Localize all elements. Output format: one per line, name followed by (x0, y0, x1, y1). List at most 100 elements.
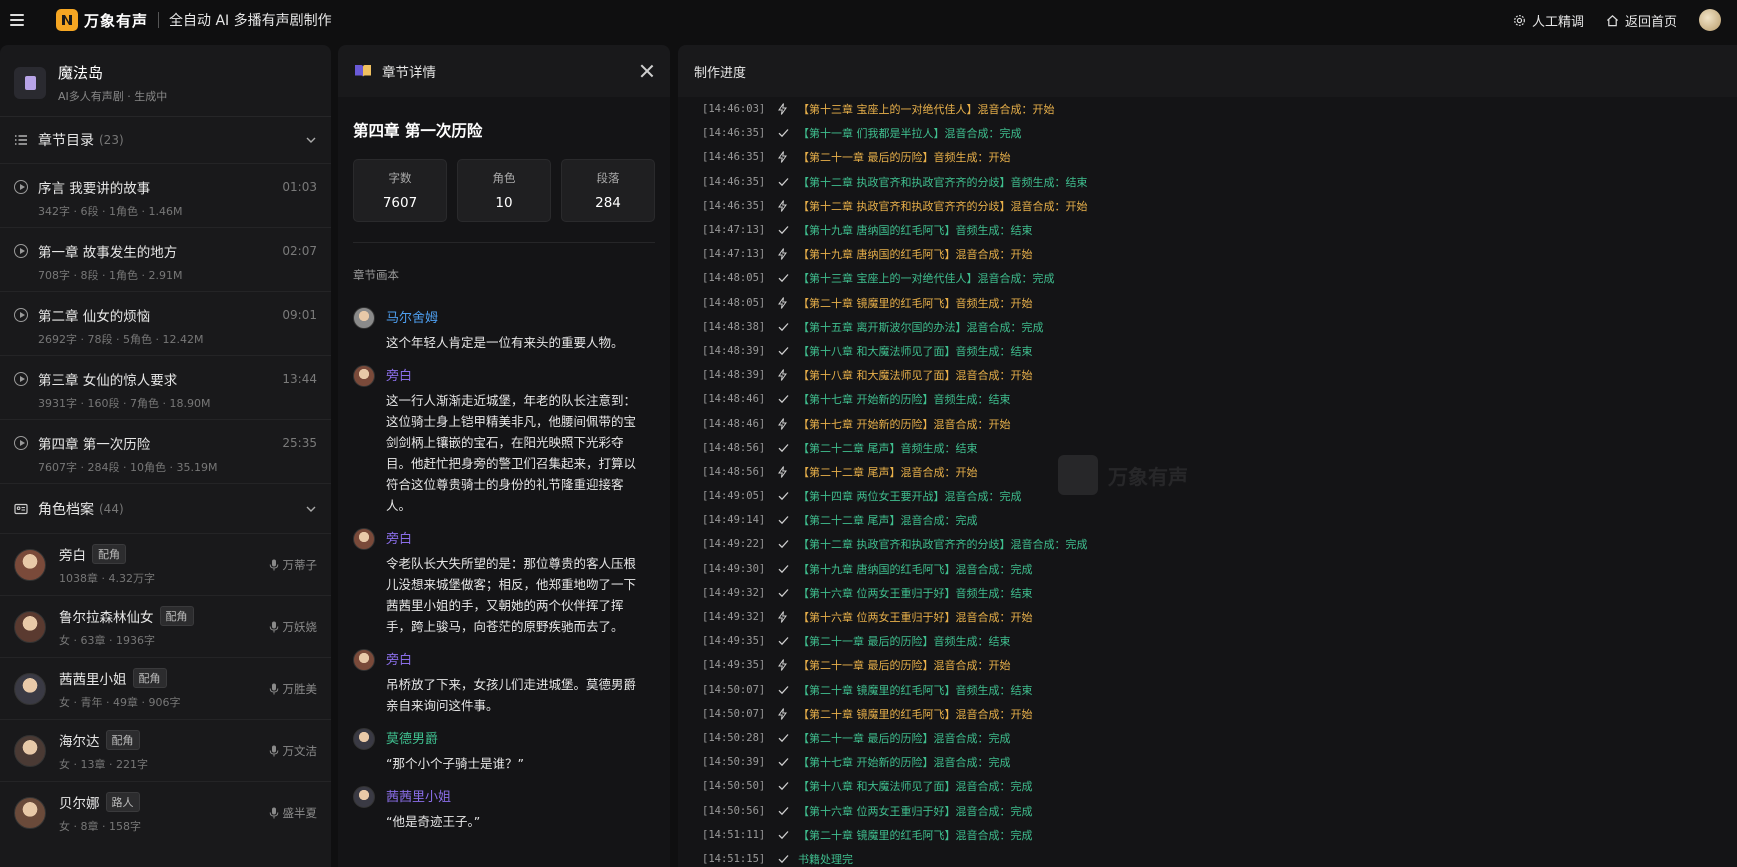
chapter-item[interactable]: 序言 我要讲的故事 01:03 342字 · 6段 · 1角色 · 1.46M (0, 163, 331, 227)
brand-divider (158, 12, 160, 28)
role-item[interactable]: 旁白 配角 1038章 · 4.32万字 万蒂子 (0, 533, 331, 595)
check-icon (778, 347, 789, 356)
left-panel: 魔法岛 AI多人有声剧 · 生成中 章节目录 (23) 序言 我要讲的故事 01:… (0, 45, 331, 867)
log-text: 【第十一章 们我都是半拉人】混音合成：完成 (798, 127, 1022, 141)
role-voice[interactable]: 盛半夏 (269, 805, 317, 821)
stat-label: 字数 (388, 171, 412, 185)
log-status-icon (778, 757, 798, 767)
line-text: 这个年轻人肯定是一位有来头的重要人物。 (386, 335, 624, 350)
role-item[interactable]: 茜茜里小姐 配角女 · 青年 · 49章 · 906字 万胜美 (0, 657, 331, 719)
log-time: [14:48:39] (702, 369, 766, 382)
role-voice[interactable]: 万蒂子 (269, 557, 317, 573)
log-status-icon (778, 225, 798, 235)
book-open-icon (355, 65, 371, 77)
log-time: [14:48:46] (702, 417, 766, 430)
stat-card: 字数 7607 (353, 159, 447, 222)
log-text: 【第十八章 和大魔法师见了面】混音合成：完成 (798, 780, 1033, 794)
bolt-icon (778, 369, 787, 381)
chapters-section-toggle[interactable]: 章节目录 (23) (0, 117, 331, 163)
play-icon[interactable] (14, 244, 28, 258)
log-time: [14:47:13] (702, 248, 766, 261)
log-time: [14:48:38] (702, 320, 766, 333)
chapter-detail-panel: 章节详情 第四章 第一次历险 字数 7607 角色 10 段落 284 章节画本 马尔… (338, 45, 670, 867)
play-icon[interactable] (14, 308, 28, 322)
progress-log[interactable]: [14:46:03] 【第十三章 宝座上的一对绝代佳人】混音合成：开始 [14:46… (678, 97, 1737, 867)
progress-title: 制作进度 (678, 45, 1737, 97)
log-text: 【第十二章 执政官齐和执政官齐齐的分歧】音频生成：结束 (798, 175, 1088, 189)
role-avatar (14, 610, 46, 643)
script-line[interactable]: 莫德男爵 “那个小个子骑士是谁？” (353, 728, 655, 774)
log-status-icon (778, 417, 798, 430)
log-status-icon (778, 611, 798, 623)
app-subtitle: 全自动 AI 多播有声剧制作 (169, 13, 332, 29)
chapter-detail-header: 章节详情 (338, 45, 670, 97)
role-voice[interactable]: 万胜美 (269, 681, 318, 697)
close-icon[interactable] (640, 64, 654, 78)
chapter-item[interactable]: 第四章 第一次历险 25:35 7607字 · 284段 · 10角色 · 35.… (0, 419, 331, 483)
log-text: 【第二十一章 最后的历险】混音合成：完成 (798, 731, 1011, 745)
log-row: [14:49:22] 【第十二章 执政官齐和执政官齐齐的分歧】混音合成：完成 (702, 532, 1737, 556)
chapter-item[interactable]: 第二章 仙女的烦恼 09:01 2692字 · 78段 · 5角色 · 12.42… (0, 291, 331, 355)
log-row: [14:48:46] 【第十七章 开始新的历险】音频生成：结束 (702, 387, 1737, 411)
bolt-icon (778, 248, 787, 261)
microphone-icon (269, 683, 278, 694)
speaker-name: 马尔舍姆 (386, 311, 439, 326)
script-line[interactable]: 旁白 令老队长大失所望的是：那位尊贵的客人压根儿没想来城堡做客；相反，他郑重地吻了… (353, 528, 655, 637)
manual-tune-button[interactable]: 人工精调 (1513, 11, 1584, 30)
check-icon (778, 854, 789, 864)
log-text: 书籍处理完 (798, 852, 853, 866)
script-line[interactable]: 茜茜里小姐 “他是奇迹王子。” (353, 786, 655, 832)
log-time: [14:49:35] (702, 635, 766, 648)
script-line[interactable]: 旁白 这一行人渐渐走近城堡，年老的队长注意到：这位骑士身上铠甲精美非凡，他腰间佩带… (353, 365, 655, 516)
chapter-item[interactable]: 第三章 女仙的惊人要求 13:44 3931字 · 160段 · 7角色 · 18… (0, 355, 331, 419)
speaker-name: 旁白 (386, 369, 413, 384)
log-time: [14:49:05] (702, 490, 766, 503)
chapter-list: 序言 我要讲的故事 01:03 342字 · 6段 · 1角色 · 1.46M 第… (0, 163, 331, 483)
check-icon (778, 226, 789, 235)
role-item[interactable]: 海尔达 配角女 · 13章 · 221字 万文洁 (0, 719, 331, 781)
chapter-title: 第三章 女仙的惊人要求 (38, 373, 178, 389)
play-icon[interactable] (14, 180, 28, 194)
script-line[interactable]: 马尔舍姆这个年轻人肯定是一位有来头的重要人物。 (353, 307, 655, 353)
log-row: [14:50:28] 【第二十一章 最后的历险】混音合成：完成 (702, 726, 1737, 750)
back-home-button[interactable]: 返回首页 (1606, 11, 1677, 30)
log-time: [14:49:22] (702, 538, 766, 551)
role-tag: 配角 (92, 543, 126, 564)
log-row: [14:50:56] 【第十六章 位两女王重归于好】混音合成：完成 (702, 798, 1737, 822)
stat-card: 段落 284 (561, 159, 655, 222)
log-time: [14:50:07] (702, 707, 766, 720)
roles-section-toggle[interactable]: 角色档案 (44) (0, 483, 331, 533)
log-status-icon (778, 515, 798, 525)
divider (353, 242, 655, 243)
log-status-icon (778, 273, 798, 283)
check-icon (778, 395, 789, 404)
role-voice[interactable]: 万妖娆 (269, 619, 317, 635)
log-time: [14:46:35] (702, 175, 766, 188)
log-status-icon (778, 466, 798, 478)
chapter-detail-body: 第四章 第一次历险 字数 7607 角色 10 段落 284 章节画本 马尔舍姆 这个年… (338, 97, 670, 867)
play-icon[interactable] (14, 436, 28, 450)
log-text: 【第二十二章 尾声】混音合成：开始 (798, 465, 978, 479)
log-text: 【第十八章 和大魔法师见了面】混音合成：开始 (798, 369, 1033, 383)
chapter-item[interactable]: 第一章 故事发生的地方 02:07 708字 · 8段 · 1角色 · 2.91M (0, 227, 331, 291)
role-name: 旁白 (59, 547, 86, 564)
log-time: [14:50:28] (702, 731, 766, 744)
role-item[interactable]: 贝尔娜 路人女 · 8章 · 158字 盛半夏 (0, 781, 331, 843)
speaker-avatar (353, 649, 375, 671)
role-voice[interactable]: 万文洁 (269, 743, 317, 759)
log-time: [14:49:35] (702, 659, 766, 672)
log-text: 【第十三章 宝座上的一对绝代佳人】混音合成：完成 (798, 272, 1055, 286)
log-time: [14:49:32] (702, 611, 766, 624)
user-avatar[interactable] (1699, 9, 1721, 31)
stat-card: 角色 10 (457, 159, 551, 222)
play-icon[interactable] (14, 372, 28, 386)
menu-icon[interactable] (10, 10, 30, 30)
script-line[interactable]: 旁白 吊桥放了下来，女孩儿们走进城堡。莫德男爵亲自来询问这件事。 (353, 649, 655, 716)
chapter-meta: 342字 · 6段 · 1角色 · 1.46M (38, 205, 183, 218)
role-item[interactable]: 鲁尔拉森林仙女 配角女 · 63章 · 1936字 万妖娆 (0, 595, 331, 657)
log-text: 【第二十二章 尾声】混音合成：完成 (798, 514, 978, 528)
log-time: [14:48:46] (702, 393, 766, 406)
log-row: [14:48:05] 【第十三章 宝座上的一对绝代佳人】混音合成：完成 (702, 266, 1737, 290)
role-voice-name: 万胜美 (282, 681, 318, 696)
role-meta: 女 · 63章 · 1936字 (59, 633, 155, 647)
